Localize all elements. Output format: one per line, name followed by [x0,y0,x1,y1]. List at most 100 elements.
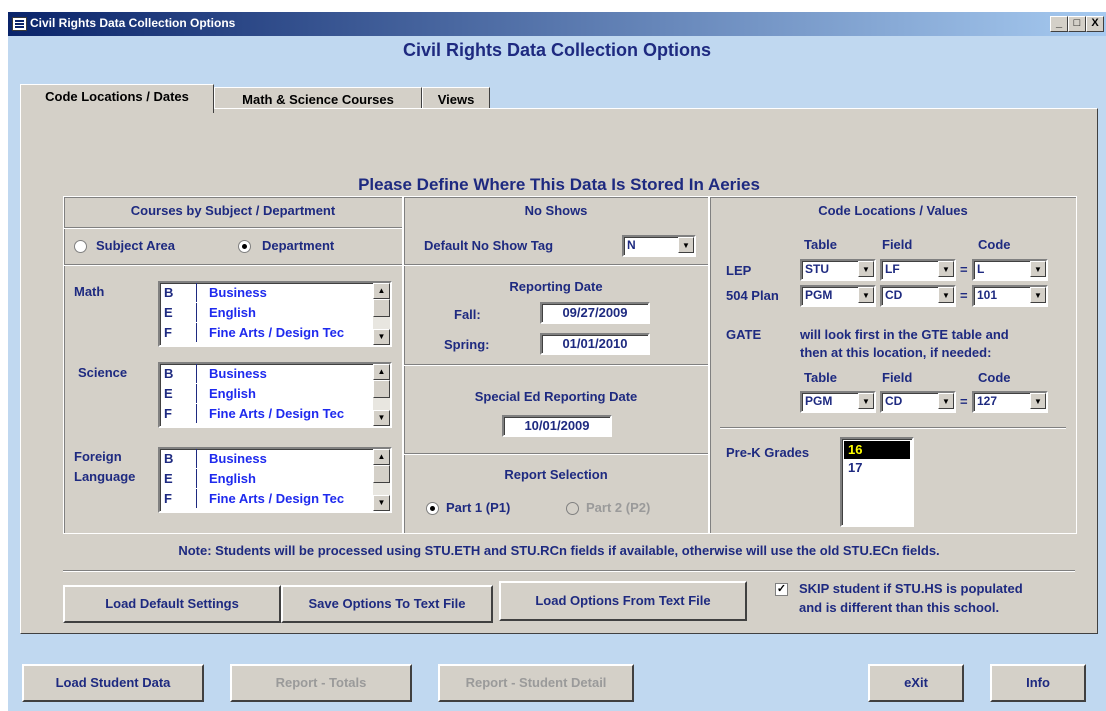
chevron-down-icon[interactable]: ▼ [1030,261,1046,277]
divider [404,364,708,366]
gate-field-select[interactable]: CD ▼ [880,391,956,413]
list-item[interactable]: F Fine Arts / Design Tec [164,323,344,343]
load-student-data-button[interactable]: Load Student Data [22,664,204,702]
math-label: Math [74,284,105,299]
chevron-down-icon[interactable]: ▼ [938,261,954,277]
scroll-thumb[interactable] [373,299,390,317]
part1-label: Part 1 (P1) [446,500,511,515]
equals-sign: = [960,262,968,277]
lep-table-select[interactable]: STU ▼ [800,259,876,281]
gate-note-line2: then at this location, if needed: [800,345,992,360]
scroll-up-icon[interactable]: ▲ [373,449,390,465]
spring-label: Spring: [444,337,490,352]
subject-area-radio[interactable] [74,240,87,253]
gate-table-select[interactable]: PGM ▼ [800,391,876,413]
plan504-code-select[interactable]: 101 ▼ [972,285,1048,307]
equals-sign: = [960,288,968,303]
list-item[interactable]: F Fine Arts / Design Tec [164,489,344,509]
list-item[interactable]: B Business [164,364,267,384]
tab-code-locations[interactable]: Code Locations / Dates [20,84,214,113]
load-options-button[interactable]: Load Options From Text File [499,581,747,621]
list-scrollbar[interactable]: ▲ ▼ [373,449,390,511]
math-department-list[interactable]: B Business E English F Fine Arts / Design T… [158,281,392,347]
exit-button[interactable]: eXit [868,664,964,702]
fall-date-field[interactable]: 09/27/2009 [540,302,650,324]
chevron-down-icon[interactable]: ▼ [858,287,874,303]
divider [720,427,1066,429]
list-scrollbar[interactable]: ▲ ▼ [373,283,390,345]
reporting-date-title: Reporting Date [509,279,603,294]
divider [64,227,402,229]
plan504-label: 504 Plan [726,288,779,303]
chevron-down-icon[interactable]: ▼ [938,393,954,409]
list-item[interactable]: 16 [844,441,910,459]
report-student-detail-button[interactable]: Report - Student Detail [438,664,634,702]
no-show-tag-label: Default No Show Tag [424,238,554,253]
list-item[interactable]: E English [164,469,256,489]
field-column-header: Field [882,370,913,385]
skip-student-checkbox[interactable]: ✓ [775,583,788,596]
sped-date-field[interactable]: 10/01/2009 [502,415,612,437]
gate-note-line1: will look first in the GTE table and [800,327,1009,342]
scroll-thumb[interactable] [373,465,390,483]
list-item[interactable]: F Fine Arts / Design Tec [164,404,344,424]
prek-grades-list[interactable]: 16 17 [840,437,914,527]
gate-label: GATE [726,327,762,342]
list-scrollbar[interactable]: ▲ ▼ [373,364,390,426]
no-show-tag-select[interactable]: N ▼ [622,235,696,257]
close-button[interactable]: X [1086,16,1104,32]
minimize-button[interactable]: _ [1050,16,1068,32]
part2-radio[interactable] [566,502,579,515]
foreign-language-department-list[interactable]: B Business E English F Fine Arts / Design T… [158,447,392,513]
list-item[interactable]: E English [164,303,256,323]
part1-radio[interactable] [426,502,439,515]
scroll-down-icon[interactable]: ▼ [373,329,390,345]
form-icon [12,17,27,31]
lep-code-select[interactable]: L ▼ [972,259,1048,281]
scroll-down-icon[interactable]: ▼ [373,495,390,511]
list-item[interactable]: 17 [844,459,910,477]
part2-label: Part 2 (P2) [586,500,651,515]
department-label: Department [262,238,335,253]
chevron-down-icon[interactable]: ▼ [858,261,874,277]
chevron-down-icon[interactable]: ▼ [858,393,874,409]
courses-title: Courses by Subject / Department [130,203,336,218]
load-default-settings-button[interactable]: Load Default Settings [63,585,281,623]
divider [404,264,708,266]
scroll-down-icon[interactable]: ▼ [373,410,390,426]
plan504-field-select[interactable]: CD ▼ [880,285,956,307]
plan504-table-select[interactable]: PGM ▼ [800,285,876,307]
scroll-up-icon[interactable]: ▲ [373,364,390,380]
list-item[interactable]: E English [164,384,256,404]
lep-label: LEP [726,263,752,278]
lep-field-select[interactable]: LF ▼ [880,259,956,281]
prek-grades-label: Pre-K Grades [726,445,810,460]
report-totals-button[interactable]: Report - Totals [230,664,412,702]
chevron-down-icon[interactable]: ▼ [938,287,954,303]
code-column-header: Code [978,370,1011,385]
main-window: Civil Rights Data Collection Options _ □… [8,12,1106,711]
gate-code-select[interactable]: 127 ▼ [972,391,1048,413]
fall-label: Fall: [454,307,481,322]
scroll-up-icon[interactable]: ▲ [373,283,390,299]
divider [63,570,1075,572]
info-button[interactable]: Info [990,664,1086,702]
chevron-down-icon[interactable]: ▼ [1030,287,1046,303]
divider [404,453,708,455]
field-column-header: Field [882,237,913,252]
no-shows-title: No Shows [524,203,588,218]
chevron-down-icon[interactable]: ▼ [678,237,694,253]
skip-student-label-line1: SKIP student if STU.HS is populated [799,581,1023,596]
tab-page: Please Define Where This Data Is Stored … [20,108,1098,634]
maximize-button[interactable]: □ [1068,16,1086,32]
list-item[interactable]: B Business [164,283,267,303]
scroll-thumb[interactable] [373,380,390,398]
science-department-list[interactable]: B Business E English F Fine Arts / Design T… [158,362,392,428]
department-radio[interactable] [238,240,251,253]
courses-panel: Courses by Subject / Department Subject … [63,196,403,534]
save-options-button[interactable]: Save Options To Text File [281,585,493,623]
spring-date-field[interactable]: 01/01/2010 [540,333,650,355]
list-item[interactable]: B Business [164,449,267,469]
middle-panel: No Shows Default No Show Tag N ▼ Reportin… [403,196,709,534]
chevron-down-icon[interactable]: ▼ [1030,393,1046,409]
